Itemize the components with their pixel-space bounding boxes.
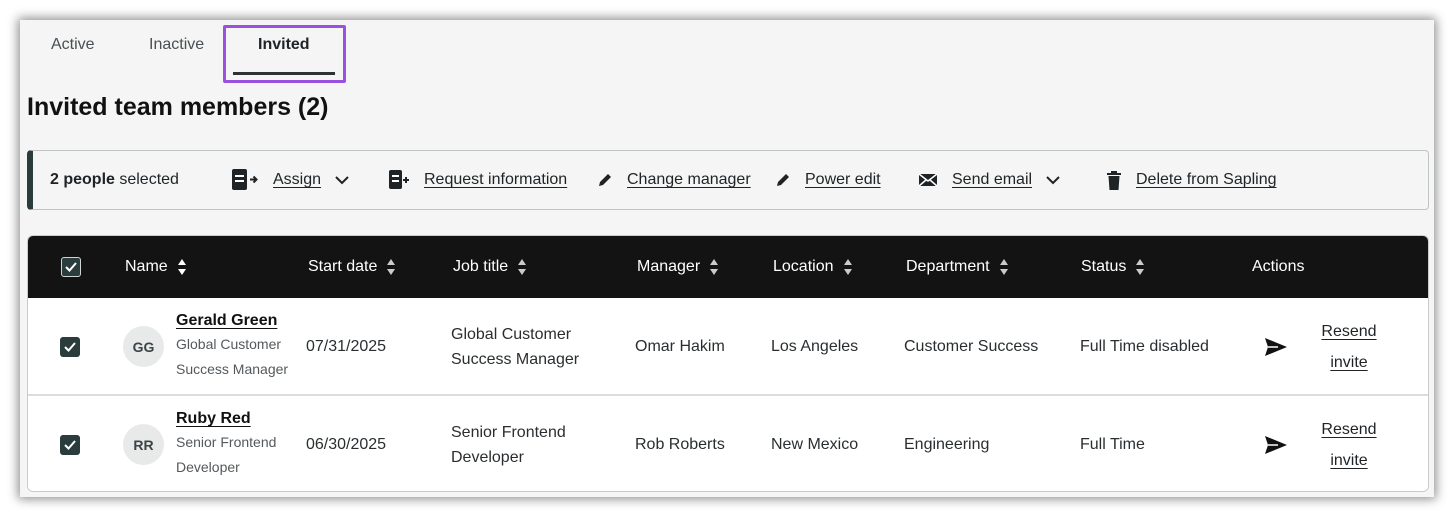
header-name[interactable]: Name <box>125 236 187 298</box>
resend-invite-link[interactable]: Resend invite <box>1310 316 1388 378</box>
header-actions-label: Actions <box>1252 258 1305 275</box>
assign-icon <box>231 169 259 191</box>
app-frame: Active Inactive Invited Invited team mem… <box>20 20 1434 497</box>
person-info: Gerald Green Global Customer Success Man… <box>176 312 296 382</box>
row-select-cell <box>60 396 80 491</box>
header-job-title-label: Job title <box>453 258 509 275</box>
tab-active[interactable]: Active <box>51 36 95 54</box>
bulk-action-bar: 2 people selected Assign Request informa… <box>27 150 1429 210</box>
avatar: GG <box>123 326 164 367</box>
status-cell: Full Time disabled <box>1080 337 1209 355</box>
manager-cell: Rob Roberts <box>635 435 725 453</box>
send-email-button[interactable]: Send email <box>918 151 1060 209</box>
row-checkbox[interactable] <box>60 434 80 455</box>
assign-button[interactable]: Assign <box>231 151 349 209</box>
assign-chevron-down-icon[interactable] <box>335 175 349 185</box>
person-subtitle: Global Customer Success Manager <box>176 336 289 377</box>
page-title: Invited team members (2) <box>27 93 329 121</box>
sort-icon <box>1135 258 1145 276</box>
tab-invited[interactable]: Invited <box>258 36 310 54</box>
trash-icon <box>1106 170 1122 190</box>
header-department-label: Department <box>906 258 990 275</box>
selection-count-number: 2 people <box>50 171 115 188</box>
header-manager[interactable]: Manager <box>637 236 719 298</box>
tab-inactive[interactable]: Inactive <box>149 36 204 54</box>
header-actions: Actions <box>1252 236 1304 298</box>
send-email-label: Send email <box>952 171 1033 188</box>
resend-invite-link[interactable]: Resend invite <box>1310 414 1388 476</box>
avatar: RR <box>123 424 164 465</box>
select-all-cell <box>61 236 81 298</box>
sort-icon <box>999 258 1009 276</box>
selection-count-suffix: selected <box>114 171 179 188</box>
tab-selected-underline <box>233 72 335 75</box>
table-header: Name Start date Job title Manager Locati… <box>28 236 1428 298</box>
resend-invite-cell: Resend invite <box>1310 396 1388 491</box>
header-department[interactable]: Department <box>906 236 1009 298</box>
header-job-title[interactable]: Job title <box>453 236 527 298</box>
manager-cell: Omar Hakim <box>635 337 725 355</box>
person-name-link[interactable]: Gerald Green <box>176 312 296 330</box>
assign-label: Assign <box>273 171 322 188</box>
request-information-button[interactable]: Request information <box>388 151 567 209</box>
department-cell: Customer Success <box>904 337 1039 355</box>
power-edit-button[interactable]: Power edit <box>775 151 881 209</box>
row-checkbox[interactable] <box>60 336 80 357</box>
pencil-icon <box>597 172 613 188</box>
selection-count: 2 people selected <box>50 151 179 209</box>
request-info-icon <box>388 170 410 190</box>
header-start-date-label: Start date <box>308 258 378 275</box>
start-date-cell: 06/30/2025 <box>306 435 387 453</box>
delete-label: Delete from Sapling <box>1136 171 1277 188</box>
sort-icon <box>709 258 719 276</box>
change-manager-label: Change manager <box>627 171 751 188</box>
power-edit-label: Power edit <box>805 171 881 188</box>
team-members-table: Name Start date Job title Manager Locati… <box>27 235 1429 492</box>
header-location-label: Location <box>773 258 834 275</box>
sort-icon <box>177 258 187 276</box>
sort-icon <box>517 258 527 276</box>
row-select-cell <box>60 298 80 395</box>
delete-button[interactable]: Delete from Sapling <box>1106 151 1277 209</box>
envelope-icon <box>918 172 938 188</box>
tab-bar: Active Inactive Invited <box>20 20 420 83</box>
person-subtitle: Senior Frontend Developer <box>176 434 277 475</box>
send-invite-icon[interactable] <box>1264 298 1288 395</box>
header-start-date[interactable]: Start date <box>308 236 396 298</box>
start-date-cell: 07/31/2025 <box>306 337 387 355</box>
change-manager-button[interactable]: Change manager <box>597 151 751 209</box>
header-manager-label: Manager <box>637 258 701 275</box>
job-title-cell: Senior Frontend Developer <box>451 423 566 466</box>
avatar-cell: RR <box>123 396 164 491</box>
location-cell: New Mexico <box>771 435 859 453</box>
department-cell: Engineering <box>904 435 990 453</box>
table-row: GG Gerald Green Global Customer Success … <box>28 298 1428 395</box>
sort-icon <box>843 258 853 276</box>
header-location[interactable]: Location <box>773 236 853 298</box>
sort-icon <box>386 258 396 276</box>
pencil-icon <box>775 172 791 188</box>
header-name-label: Name <box>125 258 168 275</box>
header-status-label: Status <box>1081 258 1127 275</box>
person-name-link[interactable]: Ruby Red <box>176 410 296 428</box>
request-information-label: Request information <box>424 171 568 188</box>
send-email-chevron-down-icon[interactable] <box>1046 175 1060 185</box>
header-status[interactable]: Status <box>1081 236 1145 298</box>
send-invite-icon[interactable] <box>1264 396 1288 491</box>
resend-invite-cell: Resend invite <box>1310 298 1388 395</box>
location-cell: Los Angeles <box>771 337 859 355</box>
table-row: RR Ruby Red Senior Frontend Developer 06… <box>28 395 1428 491</box>
job-title-cell: Global Customer Success Manager <box>451 325 580 368</box>
person-info: Ruby Red Senior Frontend Developer <box>176 410 296 480</box>
select-all-checkbox[interactable] <box>61 257 81 277</box>
status-cell: Full Time <box>1080 435 1145 453</box>
avatar-cell: GG <box>123 298 164 395</box>
